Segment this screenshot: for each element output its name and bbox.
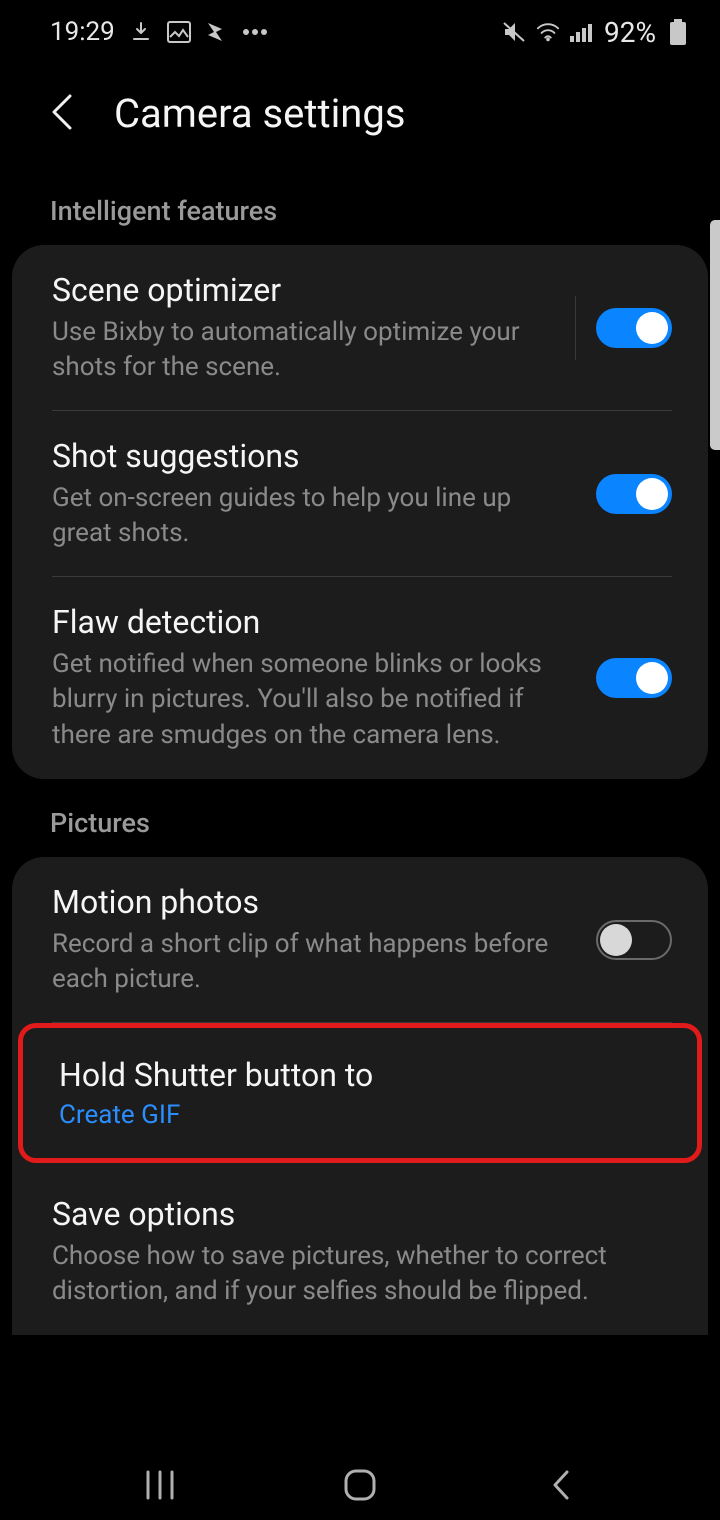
motion-photos-desc: Record a short clip of what happens befo… [52, 927, 576, 997]
scene-optimizer-toggle[interactable] [596, 308, 672, 348]
recents-button[interactable] [140, 1465, 180, 1505]
battery-icon [666, 20, 690, 44]
shot-suggestions-toggle[interactable] [596, 474, 672, 514]
flaw-detection-title: Flaw detection [52, 603, 576, 641]
section-header-intelligent: Intelligent features [0, 177, 720, 245]
status-time: 19:29 [50, 17, 115, 47]
save-options-desc: Choose how to save pictures, whether to … [52, 1239, 652, 1309]
header: Camera settings [0, 60, 720, 177]
save-options-title: Save options [52, 1195, 652, 1233]
shot-suggestions-item[interactable]: Shot suggestions Get on-screen guides to… [12, 411, 708, 577]
save-options-item[interactable]: Save options Choose how to save pictures… [12, 1163, 708, 1335]
wifi-icon [536, 20, 560, 44]
status-left: 19:29 [50, 17, 267, 47]
download-icon [129, 20, 153, 44]
motion-photos-title: Motion photos [52, 883, 576, 921]
home-button[interactable] [340, 1465, 380, 1505]
back-nav-button[interactable] [540, 1465, 580, 1505]
motion-photos-toggle[interactable] [596, 920, 672, 960]
hold-shutter-item[interactable]: Hold Shutter button to Create GIF [23, 1028, 697, 1158]
scene-optimizer-item[interactable]: Scene optimizer Use Bixby to automatical… [12, 245, 708, 411]
scene-optimizer-desc: Use Bixby to automatically optimize your… [52, 315, 535, 385]
shot-suggestions-title: Shot suggestions [52, 437, 576, 475]
pictures-card: Motion photos Record a short clip of wha… [12, 857, 708, 1335]
toggle-divider [575, 296, 576, 360]
hold-shutter-title: Hold Shutter button to [59, 1056, 641, 1094]
section-header-pictures: Pictures [0, 779, 720, 857]
signal-icon [570, 20, 594, 44]
intelligent-card: Scene optimizer Use Bixby to automatical… [12, 245, 708, 779]
hold-shutter-value: Create GIF [59, 1100, 641, 1130]
nav-bar [0, 1450, 720, 1520]
scene-optimizer-title: Scene optimizer [52, 271, 535, 309]
page-title: Camera settings [114, 90, 405, 137]
scrollbar[interactable] [710, 220, 720, 450]
status-bar: 19:29 92% [0, 0, 720, 60]
shot-suggestions-desc: Get on-screen guides to help you line up… [52, 481, 576, 551]
flaw-detection-item[interactable]: Flaw detection Get notified when someone… [12, 577, 708, 778]
more-icon [243, 20, 267, 44]
image-icon [167, 20, 191, 44]
flaw-detection-desc: Get notified when someone blinks or look… [52, 647, 576, 752]
battery-percent: 92% [604, 16, 656, 49]
flaw-detection-toggle[interactable] [596, 658, 672, 698]
check-flag-icon [205, 20, 229, 44]
mute-icon [502, 20, 526, 44]
status-right: 92% [502, 16, 690, 49]
motion-photos-item[interactable]: Motion photos Record a short clip of wha… [12, 857, 708, 1023]
back-button[interactable] [48, 92, 74, 136]
highlight-box: Hold Shutter button to Create GIF [18, 1023, 702, 1163]
